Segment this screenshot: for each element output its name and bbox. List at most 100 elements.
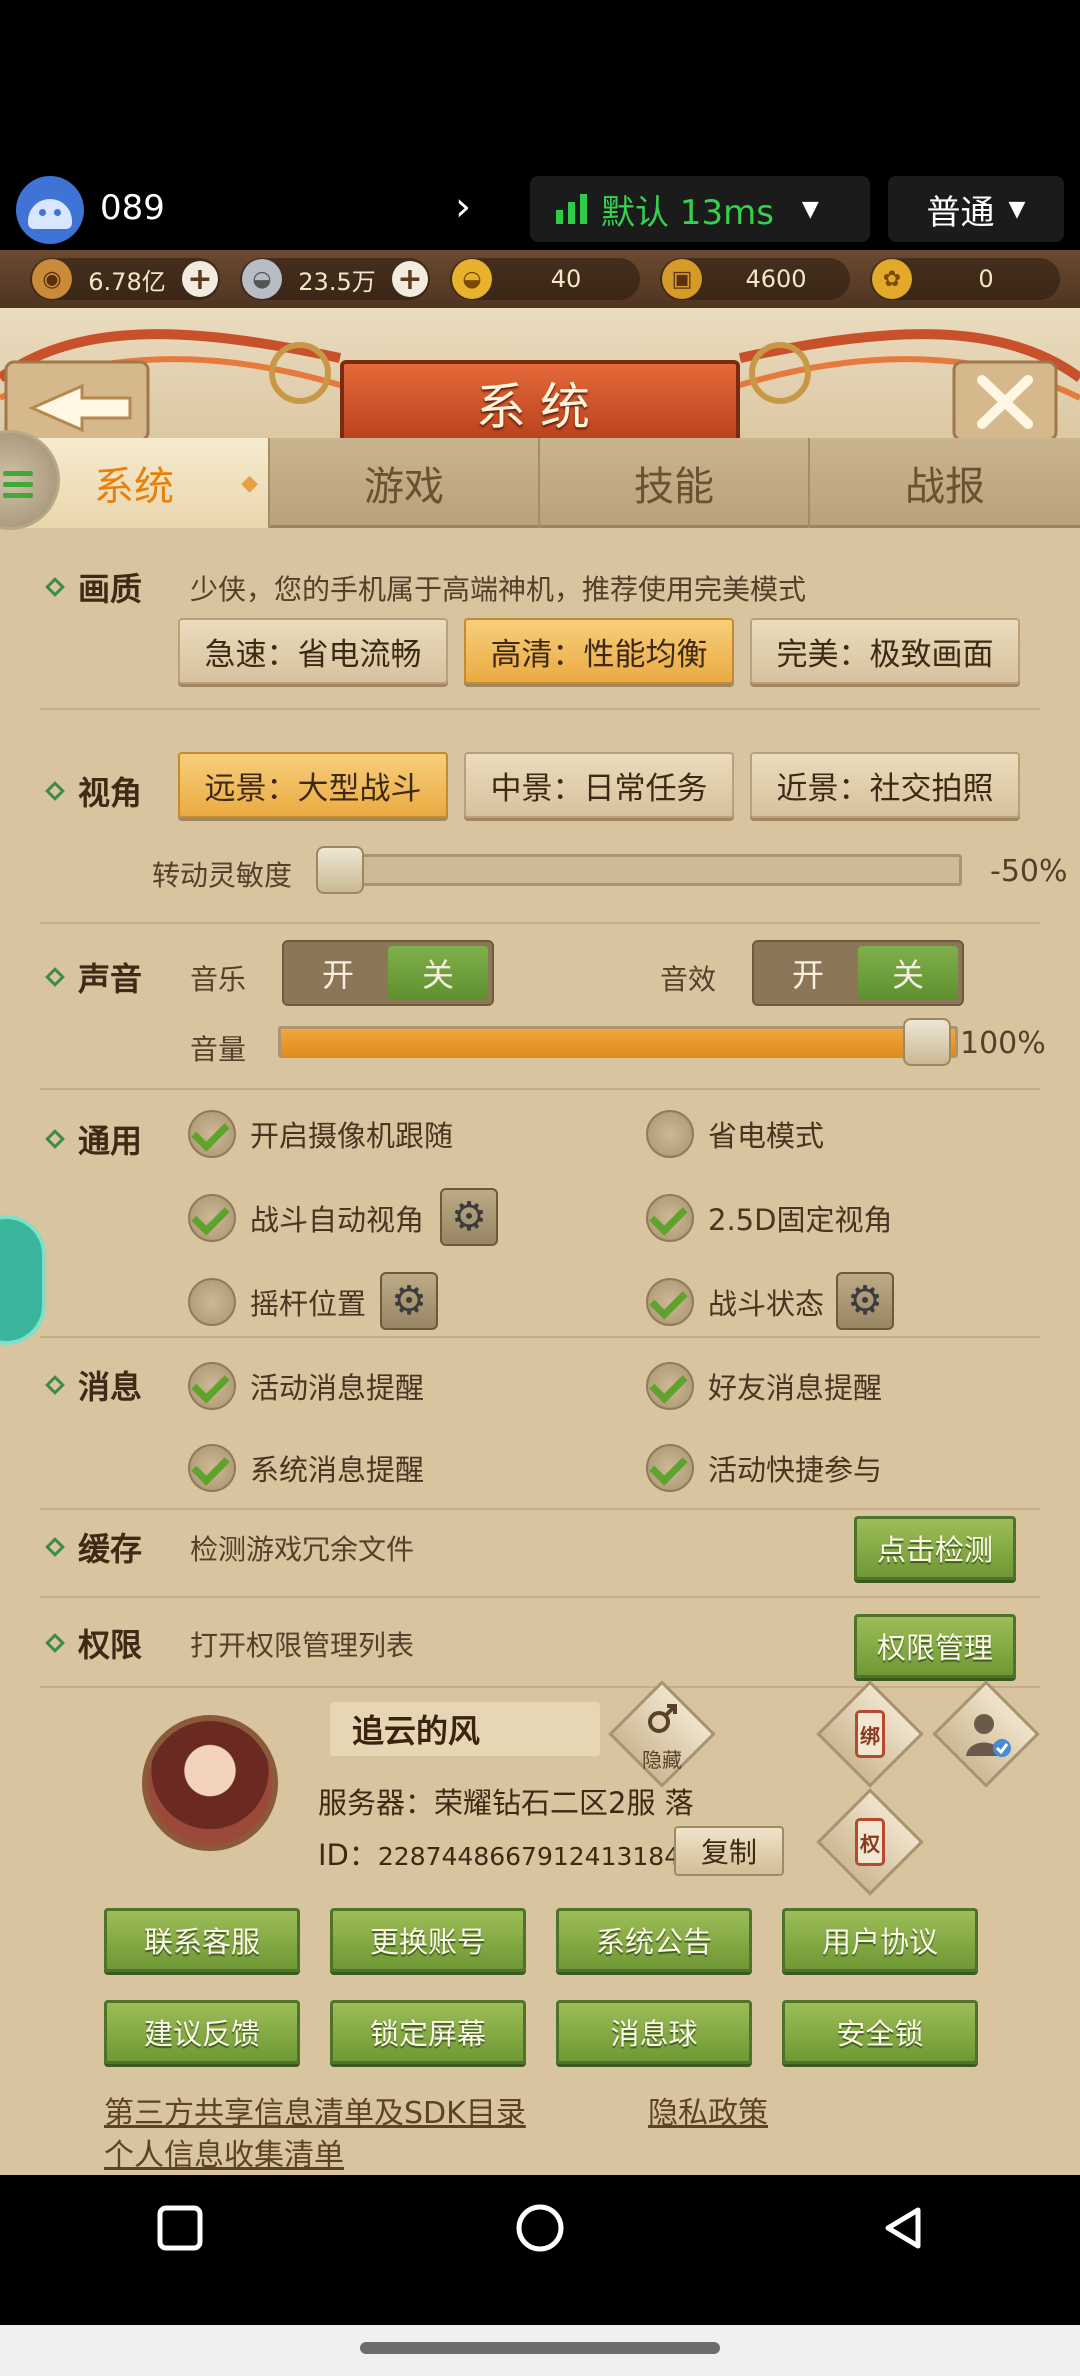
sensitivity-slider-knob[interactable]	[316, 846, 364, 894]
currency-value: 6.78亿	[88, 267, 166, 296]
caret-down-icon: ▼	[801, 196, 819, 222]
network-label: 默认 13ms	[601, 192, 774, 233]
tab-bar: 系统 游戏 技能 战报	[0, 438, 1080, 528]
toggle-off[interactable]: 关	[858, 946, 958, 1000]
home-icon[interactable]	[512, 2200, 568, 2256]
currency-bar: ◉ 6.78亿 + ◒ 23.5万 + ◒ 40 ▣ 4600 ✿ 0	[0, 250, 1080, 308]
gear-icon[interactable]: ⚙	[440, 1188, 498, 1246]
permission-manage-button[interactable]: 权限管理	[854, 1614, 1016, 1678]
checkbox-icon[interactable]	[188, 1278, 236, 1326]
add-silver-button[interactable]: +	[392, 261, 428, 297]
checkbox-label: 开启摄像机跟随	[250, 1119, 454, 1153]
checkbox-icon[interactable]	[188, 1362, 236, 1410]
section-view: 视角	[45, 768, 142, 814]
checkbox-label: 活动消息提醒	[250, 1371, 425, 1405]
id-info: ID：2287448667912413184	[318, 1832, 680, 1874]
message-ball-button[interactable]: 消息球	[556, 2000, 752, 2064]
checkbox-icon[interactable]	[646, 1194, 694, 1242]
checkbox-activity-quick[interactable]: 活动快捷参与	[646, 1444, 882, 1492]
checkbox-joystick[interactable]: 摇杆位置	[188, 1278, 366, 1326]
gear-icon[interactable]: ⚙	[836, 1272, 894, 1330]
checkbox-label: 省电模式	[708, 1119, 825, 1153]
effects-toggle[interactable]: 开 关	[752, 940, 964, 1006]
close-icon[interactable]	[950, 356, 1060, 446]
toggle-on[interactable]: 开	[758, 946, 858, 1000]
checkbox-label: 2.5D固定视角	[708, 1203, 893, 1237]
section-messages: 消息	[45, 1362, 142, 1408]
checkbox-icon[interactable]	[646, 1110, 694, 1158]
network-selector[interactable]: 默认 13ms ▼	[530, 176, 870, 242]
checkbox-icon[interactable]	[188, 1194, 236, 1242]
security-lock-button[interactable]: 安全锁	[782, 2000, 978, 2064]
mode-selector[interactable]: 普通 ▼	[888, 176, 1064, 242]
toggle-on[interactable]: 开	[288, 946, 388, 1000]
checkbox-fixed-view[interactable]: 2.5D固定视角	[646, 1194, 892, 1242]
toggle-off[interactable]: 关	[388, 946, 488, 1000]
view-option-mid[interactable]: 中景：日常任务	[464, 752, 734, 818]
personal-info-list-link[interactable]: 个人信息收集清单	[104, 2130, 344, 2174]
switch-account-button[interactable]: 更换账号	[330, 1908, 526, 1972]
copy-id-button[interactable]: 复制	[674, 1826, 784, 1876]
quality-option-perfect[interactable]: 完美：极致画面	[750, 618, 1020, 684]
section-label: 画质	[78, 570, 143, 608]
checkbox-camera-follow[interactable]: 开启摄像机跟随	[188, 1110, 453, 1158]
checkbox-label: 系统消息提醒	[250, 1453, 425, 1487]
gesture-handle[interactable]	[360, 2342, 720, 2354]
avatar[interactable]	[142, 1715, 278, 1851]
checkbox-icon[interactable]	[188, 1110, 236, 1158]
phone-bind-icon: 绑	[855, 1710, 885, 1758]
add-coin-button[interactable]: +	[182, 261, 218, 297]
chevron-right-icon[interactable]: ›	[455, 184, 471, 230]
section-cache: 缓存	[45, 1524, 142, 1570]
quality-option-fast[interactable]: 急速：省电流畅	[178, 618, 448, 684]
checkbox-auto-view[interactable]: 战斗自动视角	[188, 1194, 424, 1242]
tab-battle-report[interactable]: 战报	[810, 438, 1080, 528]
checkbox-label: 战斗自动视角	[250, 1203, 425, 1237]
divider	[40, 708, 1040, 710]
status-area	[0, 0, 1080, 170]
quality-option-hd[interactable]: 高清：性能均衡	[464, 618, 734, 684]
checkbox-friend-msg[interactable]: 好友消息提醒	[646, 1362, 882, 1410]
third-party-list-link[interactable]: 第三方共享信息清单及SDK目录	[104, 2088, 526, 2132]
checkbox-icon[interactable]	[188, 1444, 236, 1492]
checkbox-label: 好友消息提醒	[708, 1371, 883, 1405]
recents-icon[interactable]	[152, 2200, 208, 2256]
checkbox-battle-state[interactable]: 战斗状态	[646, 1278, 824, 1326]
checkbox-activity-msg[interactable]: 活动消息提醒	[188, 1362, 424, 1410]
gear-icon[interactable]: ⚙	[380, 1272, 438, 1330]
tab-skill[interactable]: 技能	[540, 438, 810, 528]
section-permission: 权限	[45, 1620, 142, 1666]
user-verified-icon	[966, 1714, 1011, 1757]
checkbox-icon[interactable]	[646, 1444, 694, 1492]
server-name: 荣耀钻石二区2服 落	[434, 1786, 694, 1820]
floating-assistant-ball[interactable]	[0, 1215, 46, 1345]
cache-description: 检测游戏冗余文件	[190, 1533, 415, 1566]
system-notice-button[interactable]: 系统公告	[556, 1908, 752, 1972]
checkbox-icon[interactable]	[646, 1362, 694, 1410]
privacy-policy-link[interactable]: 隐私政策	[648, 2088, 768, 2132]
feedback-button[interactable]: 建议反馈	[104, 2000, 300, 2064]
checkbox-icon[interactable]	[646, 1278, 694, 1326]
diamond-bullet-icon	[45, 1129, 65, 1149]
music-toggle[interactable]: 开 关	[282, 940, 494, 1006]
section-sound: 声音	[45, 954, 142, 1000]
server-label: 服务器：	[318, 1786, 435, 1820]
back-icon[interactable]	[874, 2200, 930, 2256]
lock-screen-button[interactable]: 锁定屏幕	[330, 2000, 526, 2064]
contact-support-button[interactable]: 联系客服	[104, 1908, 300, 1972]
divider	[40, 922, 1040, 924]
tab-game[interactable]: 游戏	[270, 438, 540, 528]
settings-window: ◉ 6.78亿 + ◒ 23.5万 + ◒ 40 ▣ 4600 ✿ 0 系统 系…	[0, 250, 1080, 2175]
view-option-near[interactable]: 近景：社交拍照	[750, 752, 1020, 818]
currency-value: 23.5万	[298, 267, 376, 296]
checkbox-power-save[interactable]: 省电模式	[646, 1110, 824, 1158]
volume-slider-knob[interactable]	[903, 1018, 951, 1066]
check-cache-button[interactable]: 点击检测	[854, 1516, 1016, 1580]
sensitivity-slider[interactable]	[334, 854, 962, 886]
quality-description: 少侠，您的手机属于高端神机，推荐使用完美模式	[190, 573, 807, 606]
checkbox-system-msg[interactable]: 系统消息提醒	[188, 1444, 424, 1492]
view-option-far[interactable]: 远景：大型战斗	[178, 752, 448, 818]
user-agreement-button[interactable]: 用户协议	[782, 1908, 978, 1972]
android-app-icon[interactable]	[16, 176, 84, 244]
coin-icon: ◉	[32, 259, 72, 299]
